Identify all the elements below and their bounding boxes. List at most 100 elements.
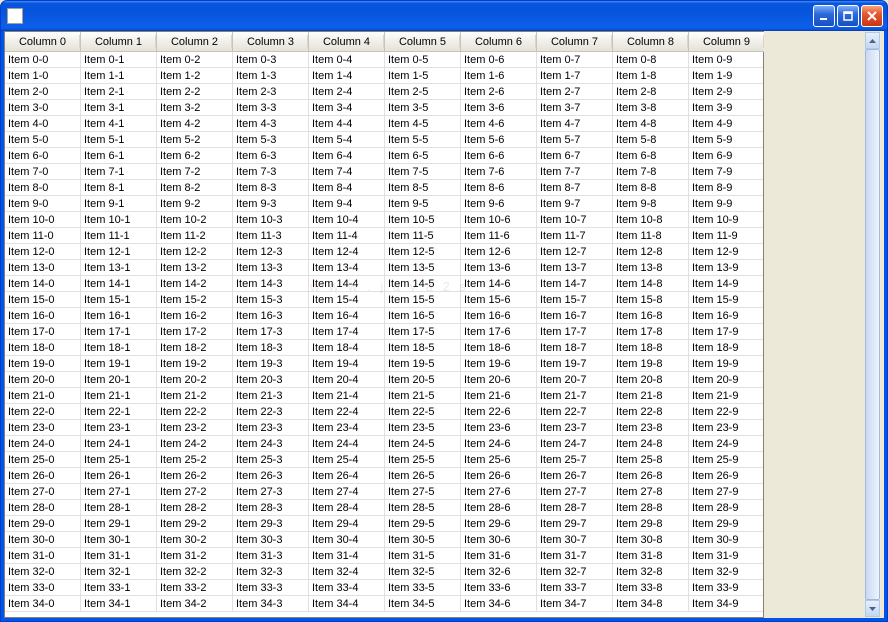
table-cell[interactable]: Item 26-0 [5,468,81,484]
data-table[interactable]: Column 0Column 1Column 2Column 3Column 4… [4,31,764,618]
table-cell[interactable]: Item 28-8 [613,500,689,516]
table-row[interactable]: Item 18-0Item 18-1Item 18-2Item 18-3Item… [5,340,763,356]
table-cell[interactable]: Item 15-3 [233,292,309,308]
table-cell[interactable]: Item 33-7 [537,580,613,596]
table-cell[interactable]: Item 2-2 [157,84,233,100]
table-cell[interactable]: Item 0-1 [81,52,157,68]
table-cell[interactable]: Item 8-0 [5,180,81,196]
table-cell[interactable]: Item 26-8 [613,468,689,484]
table-row[interactable]: Item 30-0Item 30-1Item 30-2Item 30-3Item… [5,532,763,548]
table-cell[interactable]: Item 5-4 [309,132,385,148]
table-cell[interactable]: Item 14-5 [385,276,461,292]
scroll-down-button[interactable] [865,600,880,617]
table-cell[interactable]: Item 9-6 [461,196,537,212]
table-cell[interactable]: Item 30-7 [537,532,613,548]
table-cell[interactable]: Item 4-5 [385,116,461,132]
table-cell[interactable]: Item 12-9 [689,244,763,260]
table-cell[interactable]: Item 6-9 [689,148,763,164]
table-cell[interactable]: Item 30-0 [5,532,81,548]
table-cell[interactable]: Item 32-3 [233,564,309,580]
table-cell[interactable]: Item 33-4 [309,580,385,596]
table-cell[interactable]: Item 3-3 [233,100,309,116]
table-cell[interactable]: Item 10-5 [385,212,461,228]
table-cell[interactable]: Item 18-0 [5,340,81,356]
table-cell[interactable]: Item 9-3 [233,196,309,212]
table-cell[interactable]: Item 24-9 [689,436,763,452]
table-cell[interactable]: Item 27-3 [233,484,309,500]
table-cell[interactable]: Item 21-4 [309,388,385,404]
table-cell[interactable]: Item 17-7 [537,324,613,340]
table-cell[interactable]: Item 27-6 [461,484,537,500]
table-cell[interactable]: Item 10-0 [5,212,81,228]
table-cell[interactable]: Item 22-6 [461,404,537,420]
table-cell[interactable]: Item 12-8 [613,244,689,260]
table-row[interactable]: Item 20-0Item 20-1Item 20-2Item 20-3Item… [5,372,763,388]
table-cell[interactable]: Item 4-2 [157,116,233,132]
table-cell[interactable]: Item 15-5 [385,292,461,308]
table-cell[interactable]: Item 15-4 [309,292,385,308]
table-cell[interactable]: Item 29-1 [81,516,157,532]
table-cell[interactable]: Item 22-2 [157,404,233,420]
table-cell[interactable]: Item 13-7 [537,260,613,276]
table-cell[interactable]: Item 30-1 [81,532,157,548]
table-cell[interactable]: Item 8-4 [309,180,385,196]
table-cell[interactable]: Item 15-9 [689,292,763,308]
table-cell[interactable]: Item 9-5 [385,196,461,212]
table-cell[interactable]: Item 12-3 [233,244,309,260]
table-cell[interactable]: Item 1-0 [5,68,81,84]
scrollbar-thumb[interactable] [865,49,880,600]
table-cell[interactable]: Item 1-6 [461,68,537,84]
table-cell[interactable]: Item 1-4 [309,68,385,84]
table-cell[interactable]: Item 31-0 [5,548,81,564]
table-cell[interactable]: Item 21-6 [461,388,537,404]
table-cell[interactable]: Item 21-9 [689,388,763,404]
table-cell[interactable]: Item 15-2 [157,292,233,308]
table-cell[interactable]: Item 34-5 [385,596,461,612]
table-cell[interactable]: Item 8-8 [613,180,689,196]
table-cell[interactable]: Item 11-4 [309,228,385,244]
table-cell[interactable]: Item 3-5 [385,100,461,116]
table-cell[interactable]: Item 10-4 [309,212,385,228]
table-row[interactable]: Item 0-0Item 0-1Item 0-2Item 0-3Item 0-4… [5,52,763,68]
table-cell[interactable]: Item 11-5 [385,228,461,244]
table-cell[interactable]: Item 31-3 [233,548,309,564]
table-cell[interactable]: Item 28-5 [385,500,461,516]
table-cell[interactable]: Item 13-6 [461,260,537,276]
table-row[interactable]: Item 17-0Item 17-1Item 17-2Item 17-3Item… [5,324,763,340]
table-cell[interactable]: Item 26-6 [461,468,537,484]
table-row[interactable]: Item 9-0Item 9-1Item 9-2Item 9-3Item 9-4… [5,196,763,212]
table-cell[interactable]: Item 11-6 [461,228,537,244]
table-cell[interactable]: Item 1-5 [385,68,461,84]
table-cell[interactable]: Item 0-9 [689,52,763,68]
table-cell[interactable]: Item 32-1 [81,564,157,580]
table-cell[interactable]: Item 23-9 [689,420,763,436]
table-cell[interactable]: Item 32-8 [613,564,689,580]
table-cell[interactable]: Item 17-1 [81,324,157,340]
table-cell[interactable]: Item 18-7 [537,340,613,356]
table-cell[interactable]: Item 24-8 [613,436,689,452]
table-cell[interactable]: Item 5-8 [613,132,689,148]
table-cell[interactable]: Item 31-9 [689,548,763,564]
table-cell[interactable]: Item 20-0 [5,372,81,388]
table-cell[interactable]: Item 12-7 [537,244,613,260]
column-header[interactable]: Column 7 [537,32,613,52]
table-row[interactable]: Item 5-0Item 5-1Item 5-2Item 5-3Item 5-4… [5,132,763,148]
table-cell[interactable]: Item 7-3 [233,164,309,180]
table-cell[interactable]: Item 0-3 [233,52,309,68]
table-row[interactable]: Item 25-0Item 25-1Item 25-2Item 25-3Item… [5,452,763,468]
table-cell[interactable]: Item 28-6 [461,500,537,516]
table-cell[interactable]: Item 2-5 [385,84,461,100]
table-row[interactable]: Item 6-0Item 6-1Item 6-2Item 6-3Item 6-4… [5,148,763,164]
table-cell[interactable]: Item 4-6 [461,116,537,132]
table-cell[interactable]: Item 34-9 [689,596,763,612]
table-cell[interactable]: Item 22-7 [537,404,613,420]
table-cell[interactable]: Item 5-9 [689,132,763,148]
table-cell[interactable]: Item 22-1 [81,404,157,420]
table-cell[interactable]: Item 14-2 [157,276,233,292]
table-cell[interactable]: Item 34-0 [5,596,81,612]
table-cell[interactable]: Item 19-6 [461,356,537,372]
table-cell[interactable]: Item 27-7 [537,484,613,500]
table-cell[interactable]: Item 24-0 [5,436,81,452]
table-row[interactable]: Item 8-0Item 8-1Item 8-2Item 8-3Item 8-4… [5,180,763,196]
table-cell[interactable]: Item 21-2 [157,388,233,404]
